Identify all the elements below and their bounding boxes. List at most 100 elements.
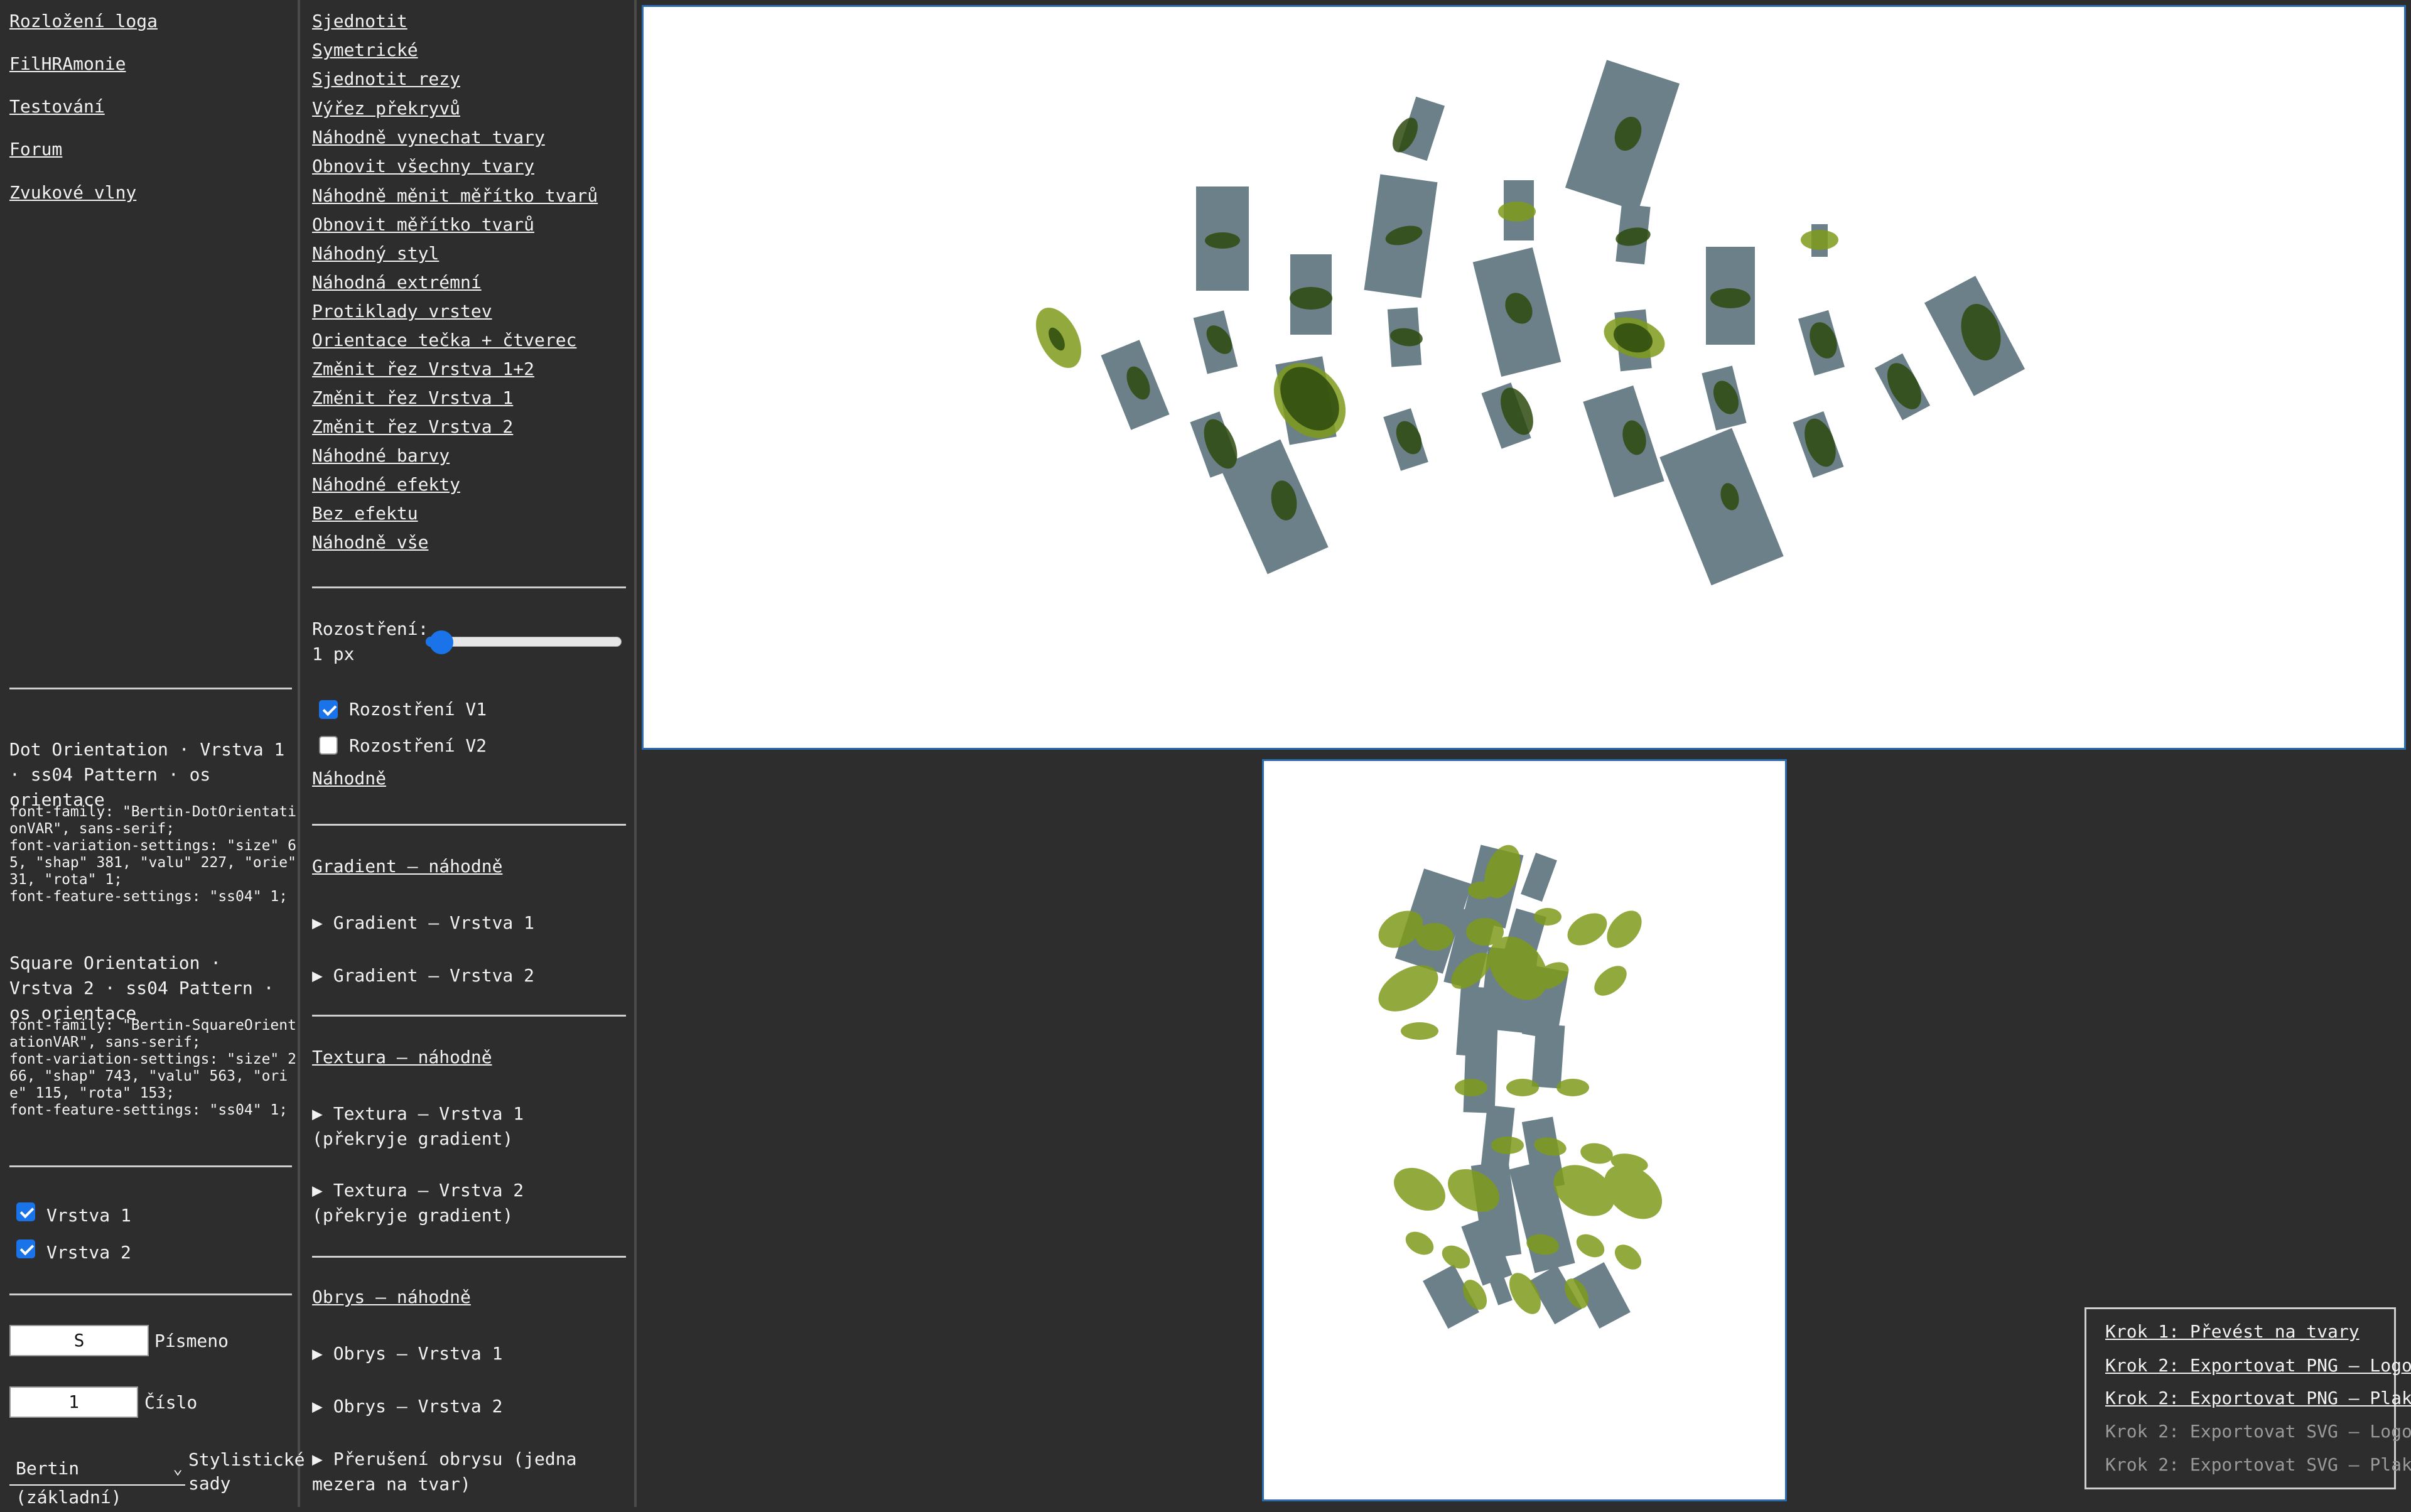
dot-shape [1401,1022,1438,1040]
dot-shape [1506,1079,1539,1096]
poster-canvas [1262,759,1787,1501]
divider [9,688,292,689]
square-shape [1489,1274,1513,1305]
action-link-overlap-cutout[interactable]: Výřez překryvů [312,96,460,121]
action-link-random-all[interactable]: Náhodně vše [312,530,428,555]
export-svg-poster-link[interactable]: Krok 2: Exportovat SVG – Plakát [2105,1452,2411,1477]
dot-shape [1710,288,1750,308]
export-png-logo-link[interactable]: Krok 2: Exportovat PNG – Logo [2105,1353,2411,1378]
export-panel: Krok 1: Převést na tvary Krok 2: Exporto… [2085,1307,2411,1489]
nav-link-forum[interactable]: Forum [9,137,62,162]
layer2-font-title: Square Orientation · Vrstva 2 · ss04 Pat… [9,953,274,1023]
action-link-random-colors[interactable]: Náhodné barvy [312,443,450,468]
blur-v1-checkbox[interactable] [319,700,338,719]
export-png-poster-link[interactable]: Krok 2: Exportovat PNG – Plakát [2105,1386,2411,1411]
dot-shape [1416,923,1454,951]
nav-link-logo-layout[interactable]: Rozložení loga [9,9,158,34]
action-link-random-style[interactable]: Náhodný styl [312,241,439,266]
divider [312,586,626,588]
blur-v2-checkbox[interactable] [319,736,338,755]
chevron-down-icon: ⌄ [173,1459,183,1478]
action-link-symmetric[interactable]: Symetrické [312,38,418,63]
layer1-font-css: font-family: "Bertin-DotOrientati onVAR"… [9,804,296,905]
dot-shape [1394,1167,1445,1211]
left-panel: Rozložení loga FilHRAmonie Testování For… [0,0,305,1508]
blur-slider-track[interactable] [426,637,622,647]
action-link-unify-cuts[interactable]: Sjednotit rezy [312,67,460,92]
square-shape [1659,428,1784,586]
divider [312,824,626,826]
controls-panel: Sjednotit Symetrické Sjednotit rezy Výře… [300,0,637,1507]
square-layer [1101,60,2025,586]
dot-shape [1576,1234,1605,1258]
dot-shape [1205,232,1240,249]
gradient-layer2-toggle[interactable]: ▶ Gradient – Vrstva 2 [312,963,626,988]
number-input-label: Číslo [144,1392,198,1413]
stylistic-set-label: Stylistické sady [188,1449,305,1494]
divider [312,1256,626,1258]
square-shape [1521,852,1557,902]
action-link-no-effect[interactable]: Bez efektu [312,501,418,526]
number-input[interactable]: 1 [9,1386,138,1418]
layer2-visibility-checkbox[interactable] [16,1239,35,1258]
blur-value: 1 px [312,644,355,664]
texture-random-link[interactable]: Textura – náhodně [312,1045,492,1070]
layer2-font-css: font-family: "Bertin-SquareOrient ationV… [9,1017,296,1118]
blur-v1-label: Rozostření V1 [349,699,487,720]
stylistic-set-value: Bertin (základní) [16,1458,122,1508]
blur-random-link[interactable]: Náhodně [312,766,386,791]
dot-shape [1491,1137,1524,1154]
blur-label: Rozostření: [312,618,429,639]
action-link-unify[interactable]: Sjednotit [312,9,407,34]
action-link-restore-scale[interactable]: Obnovit měřítko tvarů [312,212,534,237]
texture-layer1-toggle[interactable]: ▶ Textura – Vrstva 1 (překryje gradient) [312,1101,626,1152]
action-link-random-effects[interactable]: Náhodné efekty [312,472,460,497]
dot-shape [1405,1231,1434,1255]
action-link-layer-opposites[interactable]: Protiklady vrstev [312,299,492,324]
outline-layer2-toggle[interactable]: ▶ Obrys – Vrstva 2 [312,1394,626,1419]
action-link-dot-square-orientation[interactable]: Orientace tečka + čtverec [312,328,576,353]
nav-link-filharmonie[interactable]: FilHRAmonie [9,51,126,77]
dot-shape [1594,966,1627,996]
blur-slider-thumb[interactable] [429,630,453,654]
dot-shape [1556,1079,1589,1096]
letter-input-label: Písmeno [154,1331,229,1351]
outline-break-toggle[interactable]: ▶ Přerušení obrysu (jedna mezera na tvar… [312,1447,626,1497]
outline-layer1-toggle[interactable]: ▶ Obrys – Vrstva 1 [312,1341,626,1366]
divider [9,1165,292,1167]
action-link-random-scale[interactable]: Náhodně měnit měřítko tvarů [312,183,598,208]
nav-link-sound-waves[interactable]: Zvukové vlny [9,180,136,205]
gradient-layer1-toggle[interactable]: ▶ Gradient – Vrstva 1 [312,910,626,936]
dot-shape [1614,1245,1642,1270]
action-link-change-cut-layer1[interactable]: Změnit řez Vrstva 1 [312,386,513,411]
letter-input[interactable]: S [9,1325,149,1356]
square-shape [1463,1024,1498,1113]
divider [312,1015,626,1017]
logo-artwork [1035,60,2025,586]
texture-layer2-toggle[interactable]: ▶ Textura – Vrstva 2 (překryje gradient) [312,1178,626,1228]
dot-shape [1607,910,1642,948]
convert-to-shapes-link[interactable]: Krok 1: Převést na tvary [2105,1319,2360,1344]
dot-shape [1580,1143,1613,1164]
layer2-visibility-label: Vrstva 2 [46,1242,131,1263]
nav-link-testing[interactable]: Testování [9,94,105,119]
export-svg-logo-link[interactable]: Krok 2: Exportovat SVG – Logo [2105,1419,2411,1444]
logo-canvas [642,5,2406,750]
poster-artwork [1378,845,1663,1329]
action-link-change-cut-layer12[interactable]: Změnit řez Vrstva 1+2 [312,357,534,382]
blur-v2-label: Rozostření V2 [349,735,487,756]
dot-shape [1534,908,1561,926]
dot-shape [1290,287,1332,310]
layer1-visibility-label: Vrstva 1 [46,1205,131,1226]
action-link-random-extreme[interactable]: Náhodná extrémní [312,270,482,295]
stylistic-set-select[interactable]: Bertin (základní) ⌄ [9,1454,185,1508]
layer1-font-title: Dot Orientation · Vrstva 1 · ss04 Patter… [9,739,285,810]
layer1-visibility-checkbox[interactable] [16,1202,35,1221]
outline-random-link[interactable]: Obrys – náhodně [312,1285,471,1310]
gradient-random-link[interactable]: Gradient – náhodně [312,854,502,879]
divider [9,1293,292,1295]
action-link-change-cut-layer2[interactable]: Změnit řez Vrstva 2 [312,414,513,440]
action-link-restore-shapes[interactable]: Obnovit všechny tvary [312,154,534,179]
action-link-random-omit-shapes[interactable]: Náhodně vynechat tvary [312,125,545,150]
dot-shape [1455,1079,1487,1096]
